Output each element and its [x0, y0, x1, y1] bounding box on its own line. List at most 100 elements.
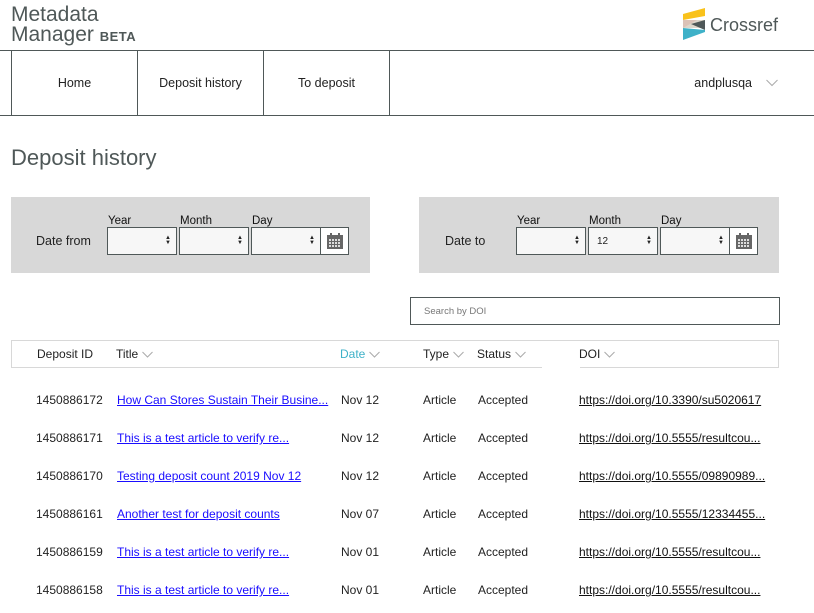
chevron-down-icon — [515, 351, 526, 358]
title-link[interactable]: Another test for deposit counts — [117, 507, 280, 521]
doi-link[interactable]: https://doi.org/10.5555/12334455... — [579, 507, 765, 521]
deposit-id: 1450886172 — [36, 393, 103, 407]
search-placeholder: Search by DOI — [424, 305, 487, 317]
title-link[interactable]: Testing deposit count 2019 Nov 12 — [117, 469, 301, 483]
main-nav: Home Deposit history To deposit andplusq… — [0, 50, 814, 116]
deposit-type: Article — [423, 545, 457, 559]
chevron-down-icon — [453, 351, 464, 358]
column-label: DOI — [579, 347, 601, 361]
column-label: Date — [340, 347, 366, 361]
column-label: Type — [423, 347, 450, 361]
date-to-year-select[interactable]: ▲ ▼ — [516, 227, 586, 255]
user-name: andplusqa — [694, 76, 752, 90]
month-label: Month — [180, 215, 212, 227]
doi-link[interactable]: https://doi.org/10.5555/09890989... — [579, 469, 765, 483]
beta-badge: BETA — [99, 29, 137, 44]
chevron-down-icon — [142, 351, 154, 358]
deposit-date: Nov 12 — [341, 469, 380, 483]
column-header-title[interactable]: Title — [116, 341, 154, 367]
title-link[interactable]: This is a test article to verify re... — [117, 545, 289, 559]
deposit-type: Article — [423, 507, 457, 521]
column-header-status[interactable]: Status — [477, 341, 526, 367]
date-from-calendar-button[interactable] — [320, 227, 349, 255]
nav-deposit-history[interactable]: Deposit history — [138, 51, 264, 115]
date-from-filter: Date from Year Month Day ▲ ▼ ▲ ▼ ▲ ▼ — [11, 197, 370, 273]
brand-name: Crossref — [710, 14, 779, 35]
table-row: 1450886158 This is a test article to ver… — [0, 583, 814, 603]
table-header: Deposit ID Title Date Type Status DOI — [11, 340, 779, 368]
column-label: Title — [116, 347, 139, 361]
crossref-logo[interactable]: Crossref — [683, 8, 778, 40]
deposit-date: Nov 12 — [341, 431, 380, 445]
doi-search-input[interactable]: Search by DOI — [410, 297, 780, 325]
date-to-filter: Date to Year Month Day ▲ ▼ 12 ▲ ▼ ▲ ▼ — [419, 197, 779, 273]
column-header-doi[interactable]: DOI — [579, 341, 616, 367]
deposit-date: Nov 01 — [341, 545, 380, 559]
date-to-calendar-button[interactable] — [729, 227, 758, 255]
date-from-year-select[interactable]: ▲ ▼ — [107, 227, 177, 255]
year-label: Year — [108, 215, 132, 227]
doi-link[interactable]: https://doi.org/10.5555/resultcou... — [579, 583, 760, 597]
select-arrows-icon: ▲ ▼ — [646, 235, 652, 246]
deposit-id: 1450886170 — [36, 469, 103, 483]
date-from-day-select[interactable]: ▲ ▼ — [251, 227, 321, 255]
nav-to-deposit-label: To deposit — [298, 76, 355, 90]
column-label: Deposit ID — [37, 347, 94, 361]
crossref-logo-icon — [683, 8, 705, 40]
header-divider-gap — [542, 366, 580, 368]
deposit-type: Article — [423, 431, 457, 445]
table-row: 1450886161 Another test for deposit coun… — [0, 507, 814, 527]
year-label: Year — [517, 215, 541, 227]
date-from-label: Date from — [36, 234, 91, 248]
day-label: Day — [252, 215, 273, 227]
deposit-status: Accepted — [478, 507, 529, 521]
deposit-id: 1450886161 — [36, 507, 103, 521]
select-arrows-icon: ▲ ▼ — [309, 235, 315, 246]
deposit-id: 1450886171 — [36, 431, 103, 445]
nav-to-deposit[interactable]: To deposit — [264, 51, 390, 115]
day-label: Day — [661, 215, 682, 227]
user-menu[interactable]: andplusqa — [694, 51, 778, 115]
title-link[interactable]: How Can Stores Sustain Their Busine... — [117, 393, 328, 407]
table-row: 1450886170 Testing deposit count 2019 No… — [0, 469, 814, 489]
doi-link[interactable]: https://doi.org/10.5555/resultcou... — [579, 545, 760, 559]
deposit-date: Nov 01 — [341, 583, 380, 597]
doi-link[interactable]: https://doi.org/10.5555/resultcou... — [579, 431, 760, 445]
column-label: Status — [477, 347, 512, 361]
doi-link[interactable]: https://doi.org/10.3390/su5020617 — [579, 393, 761, 407]
table-row: 1450886172 How Can Stores Sustain Their … — [0, 393, 814, 413]
deposit-status: Accepted — [478, 583, 529, 597]
select-arrows-icon: ▲ ▼ — [574, 235, 580, 246]
chevron-down-icon — [766, 79, 778, 87]
date-from-month-select[interactable]: ▲ ▼ — [179, 227, 249, 255]
table-row: 1450886171 This is a test article to ver… — [0, 431, 814, 451]
deposit-type: Article — [423, 469, 457, 483]
app-title: Metadata Manager BETA — [11, 4, 137, 47]
table-row: 1450886159 This is a test article to ver… — [0, 545, 814, 565]
deposit-type: Article — [423, 583, 457, 597]
title-link[interactable]: This is a test article to verify re... — [117, 431, 289, 445]
deposit-status: Accepted — [478, 393, 529, 407]
date-to-day-select[interactable]: ▲ ▼ — [660, 227, 730, 255]
column-header-deposit-id: Deposit ID — [37, 341, 93, 367]
deposit-id: 1450886158 — [36, 583, 103, 597]
select-arrows-icon: ▲ ▼ — [718, 235, 724, 246]
app-title-line2: Manager — [11, 23, 94, 46]
date-to-month-select[interactable]: 12 ▲ ▼ — [588, 227, 658, 255]
calendar-icon — [735, 233, 752, 249]
month-label: Month — [589, 215, 621, 227]
select-arrows-icon: ▲ ▼ — [165, 235, 171, 246]
deposit-status: Accepted — [478, 469, 529, 483]
date-to-label: Date to — [445, 234, 486, 248]
page-title: Deposit history — [11, 145, 157, 170]
deposit-date: Nov 07 — [341, 507, 380, 521]
deposit-type: Article — [423, 393, 457, 407]
column-header-type[interactable]: Type — [423, 341, 464, 367]
title-link[interactable]: This is a test article to verify re... — [117, 583, 289, 597]
deposit-status: Accepted — [478, 431, 529, 445]
nav-home[interactable]: Home — [11, 51, 138, 115]
deposit-id: 1450886159 — [36, 545, 103, 559]
deposit-status: Accepted — [478, 545, 529, 559]
column-header-date[interactable]: Date — [340, 341, 381, 367]
select-arrows-icon: ▲ ▼ — [237, 235, 243, 246]
